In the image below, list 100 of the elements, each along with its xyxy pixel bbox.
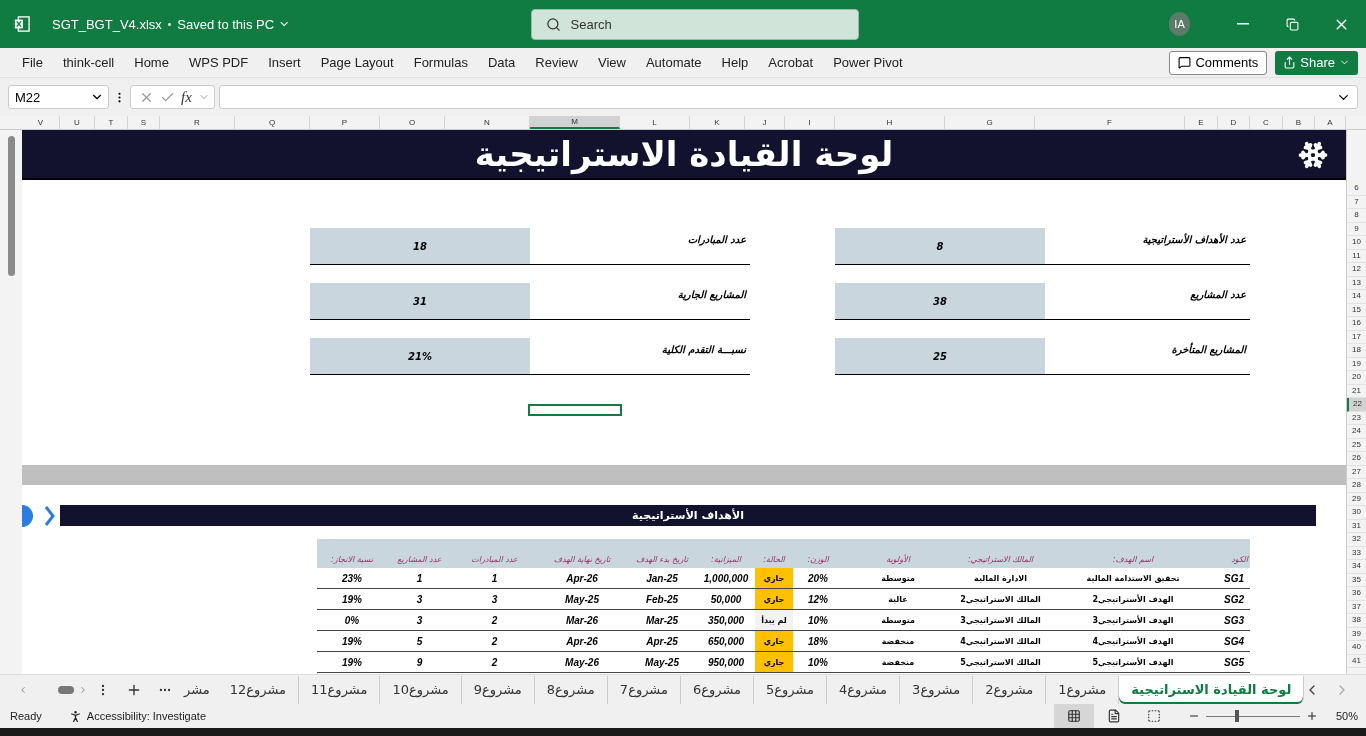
column-header[interactable]: N — [445, 116, 530, 129]
ribbon-tab[interactable]: Home — [124, 48, 179, 77]
vertical-scrollbar[interactable] — [0, 130, 22, 674]
row-header[interactable]: 10 — [1347, 236, 1366, 250]
row-header[interactable]: 26 — [1347, 452, 1366, 466]
row-header[interactable]: 30 — [1347, 506, 1366, 520]
row-header[interactable]: 17 — [1347, 330, 1366, 344]
row-header[interactable]: 9 — [1347, 222, 1366, 236]
ribbon-tab[interactable]: WPS PDF — [178, 48, 259, 77]
sheet-tab[interactable]: مشروع9 — [461, 675, 535, 704]
selected-cell[interactable] — [528, 404, 622, 416]
column-header[interactable]: G — [945, 116, 1035, 129]
sheet-tab[interactable]: مشروع1 — [1046, 675, 1120, 704]
row-header[interactable]: 19 — [1347, 357, 1366, 371]
zoom-thumb[interactable] — [1235, 710, 1239, 722]
ribbon-tab[interactable]: Automate — [635, 48, 712, 77]
column-header[interactable]: E — [1185, 116, 1218, 129]
ribbon-tab[interactable]: Data — [477, 48, 526, 77]
sheet-tab[interactable]: مشروع8 — [534, 675, 608, 704]
row-header[interactable]: 34 — [1347, 560, 1366, 574]
insert-function-button[interactable]: fx — [181, 88, 192, 106]
scroll-thumb[interactable] — [58, 685, 74, 694]
sheet-tab[interactable]: مشروع2 — [973, 675, 1047, 704]
row-header[interactable]: 25 — [1347, 438, 1366, 452]
row-header[interactable]: 32 — [1347, 533, 1366, 547]
ribbon-tab[interactable]: Review — [525, 48, 588, 77]
column-header[interactable]: T — [95, 116, 128, 129]
sheet-tab[interactable]: مشروع3 — [900, 675, 974, 704]
row-header[interactable]: 23 — [1347, 411, 1366, 425]
row-header[interactable]: 7 — [1347, 195, 1366, 209]
name-box[interactable]: M22 — [8, 85, 109, 109]
row-header[interactable]: 14 — [1347, 290, 1366, 304]
column-header[interactable]: J — [745, 116, 785, 129]
row-header[interactable]: 20 — [1347, 371, 1366, 385]
ribbon-tab[interactable]: Insert — [258, 48, 311, 77]
row-header[interactable]: 31 — [1347, 519, 1366, 533]
row-header[interactable]: 35 — [1347, 573, 1366, 587]
row-header[interactable]: 27 — [1347, 465, 1366, 479]
ribbon-tab[interactable]: think-cell — [52, 48, 125, 77]
row-header[interactable]: 28 — [1347, 479, 1366, 493]
sheet-tab[interactable]: مشروع4 — [827, 675, 901, 704]
save-status[interactable]: Saved to this PC — [177, 16, 275, 32]
column-header[interactable]: U — [60, 116, 95, 129]
accessibility-status[interactable]: Accessibility: Investigate — [86, 710, 206, 722]
row-header[interactable]: 24 — [1347, 425, 1366, 439]
column-header[interactable]: M — [530, 116, 620, 129]
row-header[interactable]: 22 — [1347, 398, 1366, 412]
share-button[interactable]: Share — [1275, 50, 1358, 75]
column-header[interactable]: C — [1250, 116, 1283, 129]
column-header[interactable]: O — [380, 116, 445, 129]
ribbon-tab[interactable]: View — [588, 48, 636, 77]
search-field[interactable]: Search — [530, 8, 859, 40]
row-header[interactable]: 15 — [1347, 303, 1366, 317]
ribbon-tab[interactable]: Formulas — [403, 48, 478, 77]
row-header[interactable]: 8 — [1347, 209, 1366, 223]
row-header[interactable]: 29 — [1347, 492, 1366, 506]
sheet-tab[interactable]: مشروع5 — [753, 675, 828, 704]
column-header[interactable]: A — [1315, 116, 1346, 129]
zoom-in-icon[interactable] — [1305, 710, 1318, 722]
sheet-tab[interactable]: مشروع6 — [680, 675, 754, 704]
sheet-tab[interactable]: مشر — [180, 682, 218, 697]
row-header[interactable]: 11 — [1347, 249, 1366, 263]
row-header[interactable]: 18 — [1347, 344, 1366, 358]
row-header[interactable]: 36 — [1347, 587, 1366, 601]
row-header[interactable]: 33 — [1347, 546, 1366, 560]
sheet-tab[interactable]: لوحة القيادة الاستراتيجية — [1119, 675, 1305, 704]
row-header[interactable]: 6 — [1347, 182, 1366, 196]
sheet-tab[interactable]: مشروع10 — [380, 675, 462, 704]
zoom-level[interactable]: 50% — [1335, 710, 1358, 722]
column-header[interactable]: D — [1218, 116, 1250, 129]
sheet-tab[interactable]: مشروع7 — [607, 675, 681, 704]
column-header[interactable]: H — [835, 116, 945, 129]
ribbon-tab[interactable]: Page Layout — [310, 48, 404, 77]
column-header[interactable]: B — [1283, 116, 1315, 129]
sheet-tab[interactable]: مشروع11 — [299, 675, 381, 704]
row-header[interactable]: 41 — [1347, 654, 1366, 668]
formula-input[interactable] — [218, 85, 1358, 109]
column-header[interactable]: K — [690, 116, 745, 129]
column-header[interactable]: Q — [235, 116, 310, 129]
row-header[interactable]: 16 — [1347, 317, 1366, 331]
row-header[interactable]: 39 — [1347, 627, 1366, 641]
ribbon-tab[interactable]: Acrobat — [758, 48, 824, 77]
chevron-icon — [22, 503, 58, 528]
row-header[interactable]: 38 — [1347, 614, 1366, 628]
column-header[interactable]: I — [785, 116, 835, 129]
comments-button[interactable]: Comments — [1169, 50, 1268, 75]
file-tab[interactable]: File — [12, 48, 53, 77]
ribbon-tab[interactable]: Power Pivot — [823, 48, 913, 77]
user-avatar[interactable]: IA — [1168, 12, 1191, 36]
sheet-tab[interactable]: مشروع12 — [217, 675, 300, 704]
view-button[interactable] — [1053, 704, 1094, 728]
column-header[interactable]: F — [1035, 116, 1185, 129]
row-header[interactable]: 13 — [1347, 276, 1366, 290]
ribbon-tab[interactable]: Help — [711, 48, 759, 77]
row-header[interactable]: 12 — [1347, 263, 1366, 277]
column-header[interactable]: R — [160, 116, 235, 129]
column-header[interactable]: S — [128, 116, 160, 129]
row-header[interactable]: 37 — [1347, 600, 1366, 614]
row-header[interactable]: 40 — [1347, 641, 1366, 655]
column-header[interactable]: P — [310, 116, 380, 129]
